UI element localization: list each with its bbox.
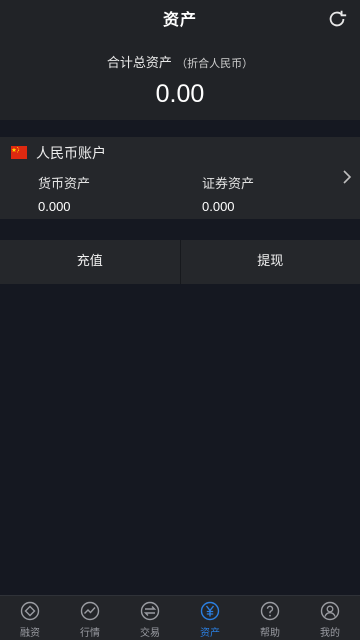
tab-label: 融资 [20,628,40,639]
currency-assets-label: 货币资产 [38,177,91,192]
yuan-icon [200,601,220,621]
asset-header: 资产 合计总资产 （折合人民币） 0.00 [0,0,360,120]
deposit-button[interactable]: 充值 [0,240,181,284]
help-icon [260,601,280,621]
account-name: 人民币账户 [36,146,106,162]
tab-market[interactable]: 行情 [60,596,120,640]
tab-financing[interactable]: 融资 [0,596,60,640]
trade-icon [140,601,160,621]
securities-assets-value: 0.000 [202,199,235,214]
tab-help[interactable]: 帮助 [240,596,300,640]
total-assets-label: 合计总资产 （折合人民币） [0,52,360,71]
currency-assets-value: 0.000 [38,199,71,214]
tab-profile[interactable]: 我的 [300,596,360,640]
total-assets-value: 0.00 [155,80,205,108]
profile-icon [320,601,340,621]
total-assets-subtitle: （折合人民币） [176,57,254,70]
tab-trade[interactable]: 交易 [120,596,180,640]
tab-label: 资产 [200,628,220,639]
market-icon [80,601,100,621]
bottom-tab-bar: 融资 行情 交易 资产 帮助 我的 [0,595,360,640]
tab-label: 帮助 [260,628,280,639]
page-title: 资产 [162,10,197,29]
tab-label: 行情 [80,628,100,639]
total-assets-title: 合计总资产 [106,56,172,71]
china-flag-icon [11,146,27,159]
tab-label: 我的 [320,628,340,639]
securities-assets-label: 证券资产 [202,177,255,192]
tab-assets[interactable]: 资产 [180,596,240,640]
action-bar: 充值 提现 [0,240,360,284]
tab-label: 交易 [140,628,160,639]
chevron-right-icon [343,170,352,184]
withdraw-button[interactable]: 提现 [181,240,360,284]
rmb-account-card[interactable]: 人民币账户 货币资产 0.000 证券资产 0.000 [0,137,360,219]
refresh-icon[interactable] [326,8,348,30]
financing-icon [20,601,40,621]
